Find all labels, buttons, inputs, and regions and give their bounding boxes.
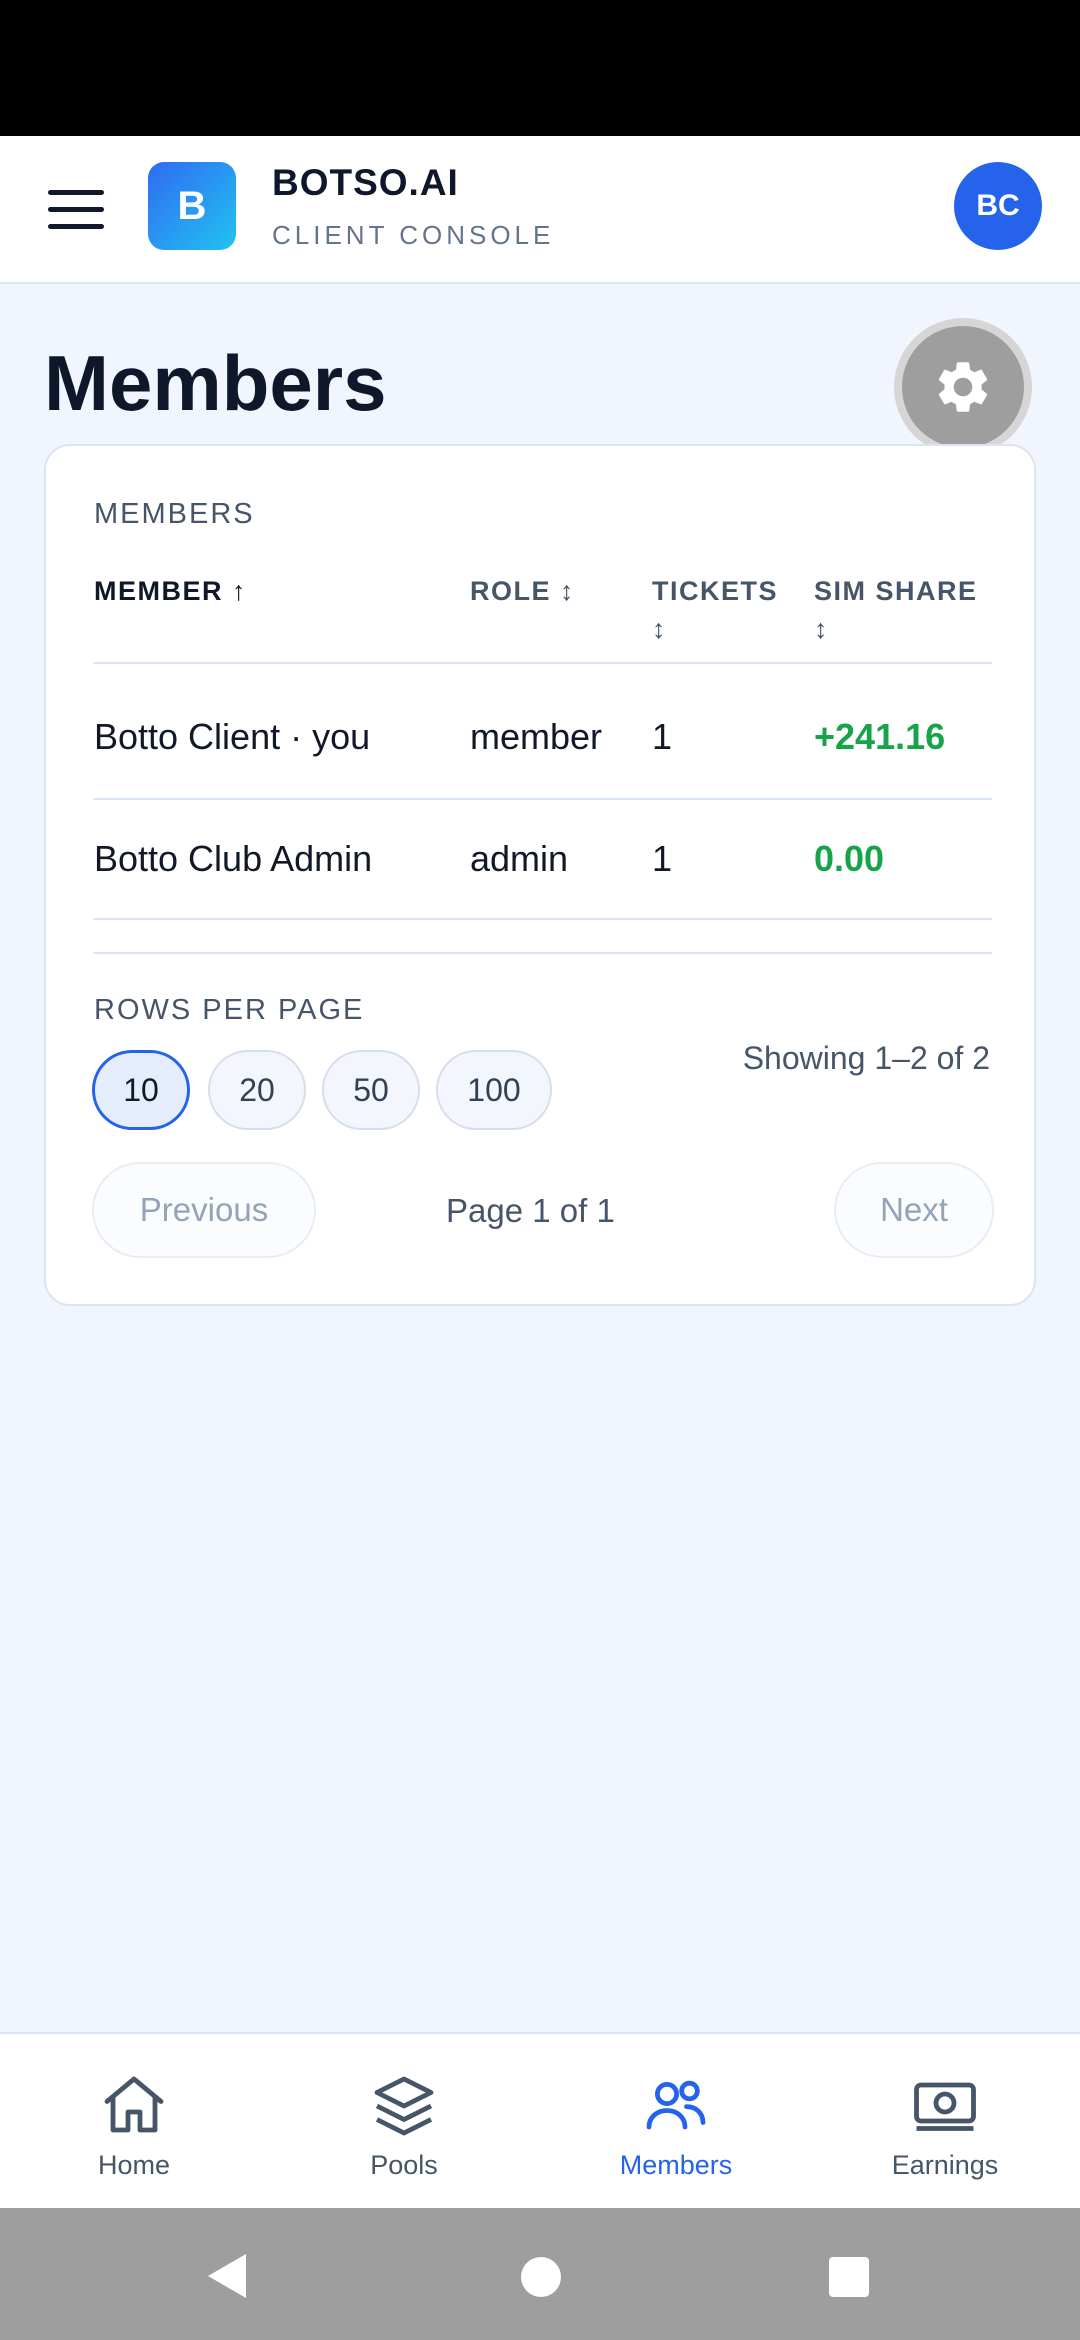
layers-icon: [374, 2076, 434, 2136]
table-cell-sim-share: +241.16: [814, 716, 946, 757]
home-icon: [104, 2076, 164, 2133]
members-card: MEMBERS MEMBER ↑ ROLE ↕ TICKETS ↕ SIM SH…: [44, 444, 1036, 1306]
table-cell-role: admin: [470, 838, 569, 879]
status-bar: [0, 0, 1080, 136]
brand-subtitle: CLIENT CONSOLE: [272, 220, 555, 250]
settings-button[interactable]: [894, 318, 1032, 456]
column-header-label: SIM SHARE: [814, 576, 978, 606]
showing-count: Showing 1–2 of 2: [742, 1040, 990, 1076]
table-row-divider: [94, 798, 992, 800]
table-cell-tickets: 1: [652, 716, 673, 757]
nav-label: Home: [97, 2150, 171, 2180]
page-title: Members: [44, 339, 387, 427]
brand-logo: B: [148, 162, 236, 250]
nav-item-earnings[interactable]: Earnings: [845, 2070, 1045, 2181]
back-icon[interactable]: [204, 2252, 248, 2300]
table-cell-tickets: 1: [652, 838, 673, 879]
column-header-label: TICKETS: [652, 576, 779, 606]
sort-icon: ↕: [560, 576, 576, 606]
rows-per-page-label: ROWS PER PAGE: [94, 994, 365, 1026]
page-size-option-100[interactable]: 100: [436, 1050, 552, 1130]
column-header-label: MEMBER: [94, 576, 223, 606]
nav-label: Members: [619, 2150, 733, 2180]
nav-item-members[interactable]: Members: [576, 2070, 776, 2181]
section-divider: [94, 952, 992, 954]
table-row-divider: [94, 918, 992, 920]
sort-icon: ↕: [652, 614, 667, 644]
menu-icon[interactable]: [48, 188, 106, 232]
column-header-sim-share[interactable]: SIM SHARE ↕: [814, 572, 978, 648]
previous-button[interactable]: Previous: [92, 1162, 316, 1258]
nav-item-home[interactable]: Home: [34, 2070, 234, 2181]
gear-icon: [938, 362, 988, 412]
users-icon: [646, 2080, 706, 2130]
table-cell-member: Botto Club Admin: [94, 838, 373, 879]
brand-name: BOTSO.AI: [272, 162, 459, 203]
column-header-label: ROLE: [470, 576, 552, 606]
page-size-option-20[interactable]: 20: [208, 1050, 306, 1130]
nav-item-pools[interactable]: Pools: [304, 2070, 504, 2181]
table-divider: [94, 662, 992, 664]
next-button[interactable]: Next: [834, 1162, 994, 1258]
page-size-option-10[interactable]: 10: [92, 1050, 190, 1130]
app-header: B BOTSO.AI CLIENT CONSOLE BC: [0, 136, 1080, 284]
system-nav-bar: [0, 2208, 1080, 2340]
bottom-nav: Home Pools Members Earnings: [0, 2032, 1080, 2208]
table-cell-role: member: [470, 716, 603, 757]
home-circle-icon[interactable]: [520, 2256, 562, 2298]
table-cell-sim-share: 0.00: [814, 838, 885, 879]
banknote-icon: [914, 2082, 976, 2131]
sort-icon: ↕: [814, 614, 829, 644]
column-header-role[interactable]: ROLE ↕: [470, 572, 575, 610]
avatar[interactable]: BC: [954, 162, 1042, 250]
nav-label: Pools: [370, 2150, 438, 2180]
recents-icon[interactable]: [828, 2256, 870, 2298]
nav-label: Earnings: [891, 2150, 999, 2180]
page-indicator: Page 1 of 1: [446, 1192, 615, 1229]
column-header-member[interactable]: MEMBER ↑: [94, 572, 247, 610]
page-size-option-50[interactable]: 50: [322, 1050, 420, 1130]
column-header-tickets[interactable]: TICKETS ↕: [652, 572, 778, 648]
table-cell-member: Botto Client · you: [94, 716, 371, 757]
sort-asc-icon: ↑: [232, 576, 248, 606]
card-label: MEMBERS: [94, 498, 255, 530]
